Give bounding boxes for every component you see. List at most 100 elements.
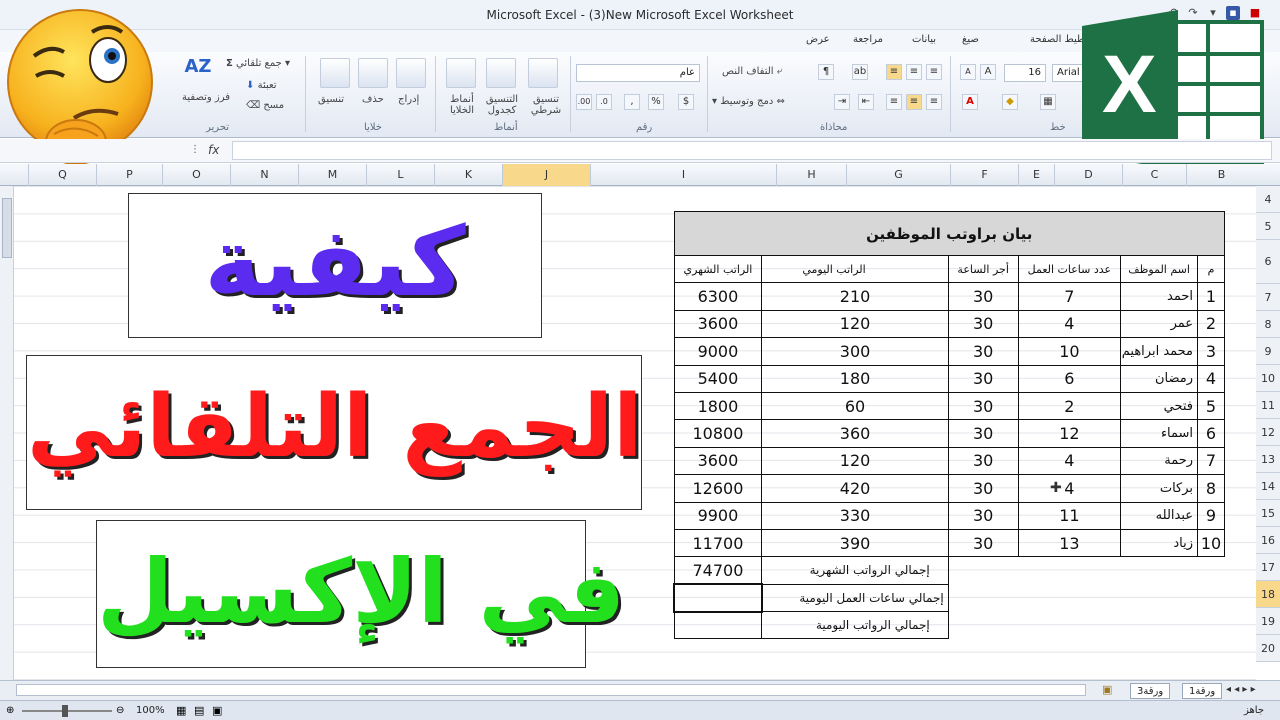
outdent-icon[interactable]: ⇤ xyxy=(858,94,874,110)
table-cell[interactable]: 360 xyxy=(761,419,949,448)
column-header-q[interactable]: Q xyxy=(28,164,96,186)
table-cell[interactable]: 390 xyxy=(761,528,949,558)
column-header-g[interactable]: G xyxy=(846,164,950,186)
table-cell[interactable]: 11700 xyxy=(673,528,763,558)
tab-formulas[interactable]: صيغ xyxy=(962,34,979,45)
conditional-formatting-icon[interactable] xyxy=(528,58,558,88)
header-cell[interactable]: عدد ساعات العمل xyxy=(1017,254,1122,284)
column-header-o[interactable]: O xyxy=(162,164,230,186)
row-header[interactable]: 19 xyxy=(1256,608,1280,635)
table-cell[interactable]: 210 xyxy=(761,282,949,311)
table-cell[interactable]: 4 xyxy=(1017,309,1122,339)
zoom-in-icon[interactable]: ⊕ xyxy=(6,705,14,716)
text-direction-icon[interactable]: ¶ xyxy=(818,64,834,80)
table-cell[interactable]: 4 xyxy=(1017,446,1122,476)
row-header[interactable]: 12 xyxy=(1256,419,1280,446)
shrink-font-icon[interactable]: A xyxy=(960,64,976,80)
empty-cell[interactable] xyxy=(948,584,1224,611)
table-cell[interactable]: 11 xyxy=(1017,501,1122,530)
page-break-view-icon[interactable]: ▦ xyxy=(176,704,186,717)
row-header[interactable]: 14 xyxy=(1256,473,1280,500)
table-cell[interactable]: 7 xyxy=(1017,282,1122,311)
total-label[interactable]: إجمالي الرواتب اليومية xyxy=(761,611,949,640)
table-cell[interactable]: 4 xyxy=(1197,364,1225,393)
column-header-n[interactable]: N xyxy=(230,164,298,186)
header-cell[interactable]: الراتب الشهري xyxy=(673,254,763,284)
tab-review[interactable]: مراجعة xyxy=(853,34,883,45)
sheet-tab[interactable]: ورقة1 xyxy=(1182,683,1223,699)
table-cell[interactable]: 3 xyxy=(1197,337,1225,366)
table-cell[interactable]: 10800 xyxy=(673,419,763,448)
header-cell[interactable]: اسم الموظف xyxy=(1120,254,1199,284)
table-cell[interactable]: 9 xyxy=(1197,501,1225,530)
wrap-text-button[interactable]: التفاف النص ⤶ xyxy=(722,66,782,77)
font-color-icon[interactable]: A xyxy=(962,94,978,110)
table-cell[interactable]: 3600 xyxy=(673,309,763,339)
sheet-tab[interactable]: ورقة3 xyxy=(1130,683,1171,699)
vertical-scrollbar[interactable] xyxy=(0,186,14,680)
total-label[interactable]: إجمالي الرواتب الشهرية xyxy=(761,556,949,585)
column-header-j[interactable]: J xyxy=(502,164,590,186)
table-cell[interactable]: 10 xyxy=(1017,337,1122,366)
table-cell[interactable]: عبدالله xyxy=(1120,501,1199,530)
row-header[interactable]: 20 xyxy=(1256,635,1280,662)
column-header-e[interactable]: E xyxy=(1018,164,1054,186)
align-left-icon[interactable]: ≡ xyxy=(926,94,942,110)
table-cell[interactable]: 30 xyxy=(947,474,1019,503)
table-cell[interactable]: 30 xyxy=(947,391,1019,421)
row-header[interactable]: 4 xyxy=(1256,186,1280,213)
table-cell[interactable]: 60 xyxy=(761,391,949,421)
grow-font-icon[interactable]: A xyxy=(980,64,996,80)
table-cell[interactable]: 30 xyxy=(947,282,1019,311)
table-cell[interactable]: زياد xyxy=(1120,528,1199,558)
zoom-out-icon[interactable]: ⊖ xyxy=(116,705,124,716)
page-layout-view-icon[interactable]: ▤ xyxy=(194,704,204,717)
total-label[interactable]: إجمالي ساعات العمل اليومية xyxy=(761,583,949,613)
scrollbar-thumb[interactable] xyxy=(2,198,12,258)
table-cell[interactable]: 420 xyxy=(761,474,949,503)
row-header[interactable]: 8 xyxy=(1256,311,1280,338)
table-cell[interactable]: 9900 xyxy=(673,501,763,530)
table-cell[interactable]: 30 xyxy=(947,309,1019,339)
format-as-table-icon[interactable] xyxy=(486,58,516,88)
delete-cells-icon[interactable] xyxy=(358,58,388,88)
align-center-icon[interactable]: ≡ xyxy=(906,94,922,110)
table-cell[interactable]: اسماء xyxy=(1120,419,1199,448)
clear-button[interactable]: ⌫ مسح xyxy=(246,100,284,111)
total-value[interactable]: 74700 xyxy=(673,556,763,585)
cell-styles-icon[interactable] xyxy=(446,58,476,88)
row-header[interactable]: 11 xyxy=(1256,392,1280,419)
table-cell[interactable]: 7 xyxy=(1197,446,1225,476)
table-cell[interactable]: 30 xyxy=(947,364,1019,393)
total-value-selected[interactable] xyxy=(673,583,763,613)
column-header-h[interactable]: H xyxy=(776,164,846,186)
table-cell[interactable]: 12600 xyxy=(673,474,763,503)
align-bottom-icon[interactable]: ≡ xyxy=(926,64,942,80)
fill-button[interactable]: ⬇ تعبئة xyxy=(246,80,277,91)
table-cell[interactable]: 4 xyxy=(1017,474,1122,503)
zoom-slider-thumb[interactable] xyxy=(62,705,68,717)
column-header-m[interactable]: M xyxy=(298,164,366,186)
row-header[interactable]: 9 xyxy=(1256,338,1280,365)
zoom-level[interactable]: 100% xyxy=(136,705,165,716)
percent-icon[interactable]: % xyxy=(648,94,664,110)
table-cell[interactable]: 2 xyxy=(1197,309,1225,339)
table-cell[interactable]: احمد xyxy=(1120,282,1199,311)
column-header-b[interactable]: B xyxy=(1186,164,1256,186)
table-cell[interactable]: 13 xyxy=(1017,528,1122,558)
table-cell[interactable]: 330 xyxy=(761,501,949,530)
header-cell[interactable]: م xyxy=(1197,254,1225,284)
sheet-nav-icon[interactable]: ◂ ◂ ▸ ▸ xyxy=(1226,684,1256,695)
table-cell[interactable]: 180 xyxy=(761,364,949,393)
fill-color-icon[interactable]: ◆ xyxy=(1002,94,1018,110)
orientation-icon[interactable]: ab xyxy=(852,64,868,80)
merge-center-button[interactable]: ▾ دمج وتوسيط ⇔ xyxy=(712,96,785,107)
table-cell[interactable]: رمضان xyxy=(1120,364,1199,393)
table-cell[interactable]: 6 xyxy=(1197,419,1225,448)
sort-filter-icon[interactable]: AZ xyxy=(183,56,213,86)
normal-view-icon[interactable]: ▣ xyxy=(212,704,222,717)
row-header[interactable]: 15 xyxy=(1256,500,1280,527)
row-header[interactable]: 5 xyxy=(1256,213,1280,240)
borders-icon[interactable]: ▦ xyxy=(1040,94,1056,110)
table-cell[interactable]: 30 xyxy=(947,337,1019,366)
